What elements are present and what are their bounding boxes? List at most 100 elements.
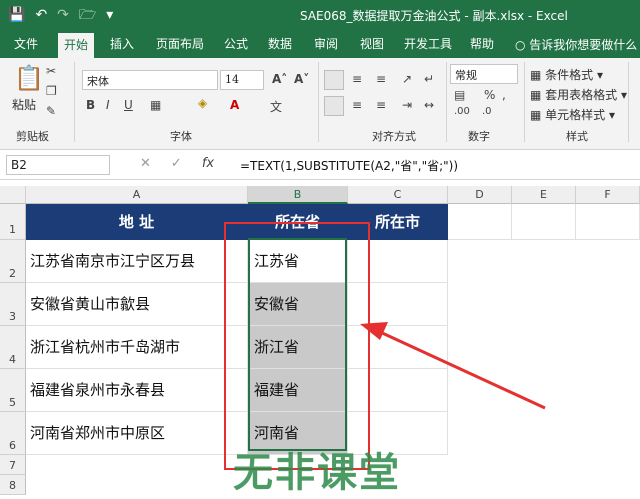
row-header-6[interactable]: 6 — [0, 412, 26, 455]
cancel-icon[interactable]: ✕ — [140, 156, 151, 171]
formula-bar: B2 ✕ ✓ fx =TEXT(1,SUBSTITUTE(A2,"省","省;"… — [0, 150, 640, 180]
ribbon-separator — [524, 62, 525, 142]
currency-icon[interactable]: ▤ — [454, 88, 465, 102]
window-title: SAE068_数据提取万金油公式 - 副本.xlsx - Excel — [300, 9, 568, 23]
format-painter-icon[interactable]: ✎ — [46, 104, 56, 118]
tab-help[interactable]: 帮助 — [470, 35, 494, 52]
bold-icon[interactable]: B — [86, 98, 95, 112]
row-header-2[interactable]: 2 — [0, 240, 26, 283]
select-all-corner[interactable] — [0, 186, 26, 204]
watermark-logo: 无非课堂 — [233, 450, 401, 496]
formula-bar-icons: ✕ ✓ fx — [140, 156, 214, 171]
wrap-text-icon[interactable]: ↵ — [424, 72, 434, 86]
tab-data[interactable]: 数据 — [268, 35, 292, 52]
conditional-format-label: 条件格式 — [545, 68, 594, 82]
tab-view[interactable]: 视图 — [360, 35, 384, 52]
tab-review[interactable]: 审阅 — [314, 35, 338, 52]
row-header-1[interactable]: 1 — [0, 204, 26, 240]
cell-d1[interactable] — [448, 204, 512, 240]
cell-a3[interactable]: 安徽省黄山市歙县 — [26, 283, 248, 326]
tab-home[interactable]: 开始 — [58, 33, 95, 58]
merge-center-icon[interactable]: ↔ — [424, 98, 434, 112]
formula-input[interactable]: =TEXT(1,SUBSTITUTE(A2,"省","省;")) — [240, 157, 458, 174]
enter-icon[interactable]: ✓ — [171, 156, 182, 171]
cell-f1[interactable] — [576, 204, 640, 240]
row-header-4[interactable]: 4 — [0, 326, 26, 369]
align-top-icon[interactable] — [324, 70, 344, 90]
column-header-a[interactable]: A — [26, 186, 248, 204]
ribbon-separator — [318, 62, 319, 142]
format-as-table-button[interactable]: ▦ 套用表格格式 ▾ — [530, 86, 627, 103]
align-right-icon[interactable]: ≡ — [376, 98, 386, 112]
indent-icon[interactable]: ⇥ — [402, 98, 412, 112]
tab-formulas[interactable]: 公式 — [224, 35, 248, 52]
table-style-icon: ▦ — [530, 88, 546, 102]
copy-icon[interactable]: ❐ — [46, 84, 57, 98]
column-header-b[interactable]: B — [248, 186, 348, 204]
column-header-c[interactable]: C — [348, 186, 448, 204]
decrease-font-icon[interactable]: A˅ — [294, 72, 309, 86]
tab-file[interactable]: 文件 — [14, 35, 38, 52]
cell-a1[interactable]: 地 址 — [26, 204, 248, 240]
conditional-format-icon: ▦ — [530, 68, 546, 82]
row-header-5[interactable]: 5 — [0, 369, 26, 412]
italic-icon[interactable]: I — [106, 98, 110, 112]
tab-developer[interactable]: 开发工具 — [404, 35, 452, 52]
cell-a5[interactable]: 福建省泉州市永春县 — [26, 369, 248, 412]
undo-icon[interactable]: ↶ — [35, 6, 47, 24]
tab-insert[interactable]: 插入 — [110, 35, 134, 52]
cell-a4[interactable]: 浙江省杭州市千岛湖市 — [26, 326, 248, 369]
paste-button[interactable]: 粘贴 — [12, 96, 36, 113]
column-header-f[interactable]: F — [576, 186, 640, 204]
quick-access-toolbar: 💾 ↶ ↷ 🗁 ▾ — [8, 6, 113, 24]
cell-styles-button[interactable]: ▦ 单元格样式 ▾ — [530, 106, 615, 123]
ribbon-separator — [446, 62, 447, 142]
orientation-icon[interactable]: ↗ — [402, 72, 412, 86]
ribbon: 📋 粘贴 ✂ ❐ ✎ 剪贴板 宋体 14 A˄ A˅ B I U ▦ ◈ A 文… — [0, 58, 640, 150]
cell-a2[interactable]: 江苏省南京市江宁区万县 — [26, 240, 248, 283]
tell-me-label: 告诉我你想要做什么 — [529, 38, 638, 52]
ribbon-separator — [628, 62, 629, 142]
underline-icon[interactable]: U — [124, 98, 133, 112]
group-label-font: 字体 — [170, 130, 192, 143]
open-folder-icon[interactable]: 🗁 — [79, 6, 96, 24]
number-format-select[interactable]: 常规 — [450, 64, 518, 84]
group-label-styles: 样式 — [566, 130, 588, 143]
font-size-select[interactable]: 14 — [220, 70, 264, 90]
row-header-3[interactable]: 3 — [0, 283, 26, 326]
lightbulb-icon: ○ — [515, 38, 530, 52]
ribbon-tabs: 文件 开始 插入 页面布局 公式 数据 审阅 视图 开发工具 帮助 ○ 告诉我你… — [0, 30, 640, 58]
border-icon[interactable]: ▦ — [150, 98, 161, 112]
comma-icon[interactable]: , — [502, 88, 506, 102]
conditional-format-button[interactable]: ▦ 条件格式 ▾ — [530, 66, 603, 83]
increase-decimal-icon[interactable]: .00 — [454, 106, 470, 117]
group-label-number: 数字 — [468, 130, 490, 143]
customize-qat-icon[interactable]: ▾ — [106, 6, 113, 24]
increase-font-icon[interactable]: A˄ — [272, 72, 287, 86]
percent-icon[interactable]: % — [484, 88, 495, 102]
align-bottom-icon[interactable]: ≡ — [376, 72, 386, 86]
save-icon[interactable]: 💾 — [8, 6, 25, 24]
tab-page-layout[interactable]: 页面布局 — [156, 35, 204, 52]
font-name-select[interactable]: 宋体 — [82, 70, 218, 90]
paste-icon[interactable]: 📋 — [14, 64, 44, 92]
tell-me-search[interactable]: ○ 告诉我你想要做什么 — [515, 36, 637, 53]
column-header-e[interactable]: E — [512, 186, 576, 204]
align-left-icon[interactable] — [324, 96, 344, 116]
align-middle-icon[interactable]: ≡ — [352, 72, 362, 86]
name-box[interactable]: B2 — [6, 155, 110, 175]
font-color-icon[interactable]: A — [230, 98, 239, 112]
align-center-icon[interactable]: ≡ — [352, 98, 362, 112]
cell-a6[interactable]: 河南省郑州市中原区 — [26, 412, 248, 455]
cut-icon[interactable]: ✂ — [46, 64, 56, 78]
cell-e1[interactable] — [512, 204, 576, 240]
title-bar: 💾 ↶ ↷ 🗁 ▾ SAE068_数据提取万金油公式 - 副本.xlsx - E… — [0, 0, 640, 30]
redo-icon[interactable]: ↷ — [57, 6, 69, 24]
fill-color-icon[interactable]: ◈ — [198, 96, 207, 110]
phonetic-icon[interactable]: 文 — [270, 98, 282, 115]
decrease-decimal-icon[interactable]: .0 — [482, 106, 492, 117]
insert-function-icon[interactable]: fx — [202, 156, 214, 171]
row-header-7[interactable]: 7 — [0, 455, 26, 475]
row-header-8[interactable]: 8 — [0, 475, 26, 495]
column-header-d[interactable]: D — [448, 186, 512, 204]
